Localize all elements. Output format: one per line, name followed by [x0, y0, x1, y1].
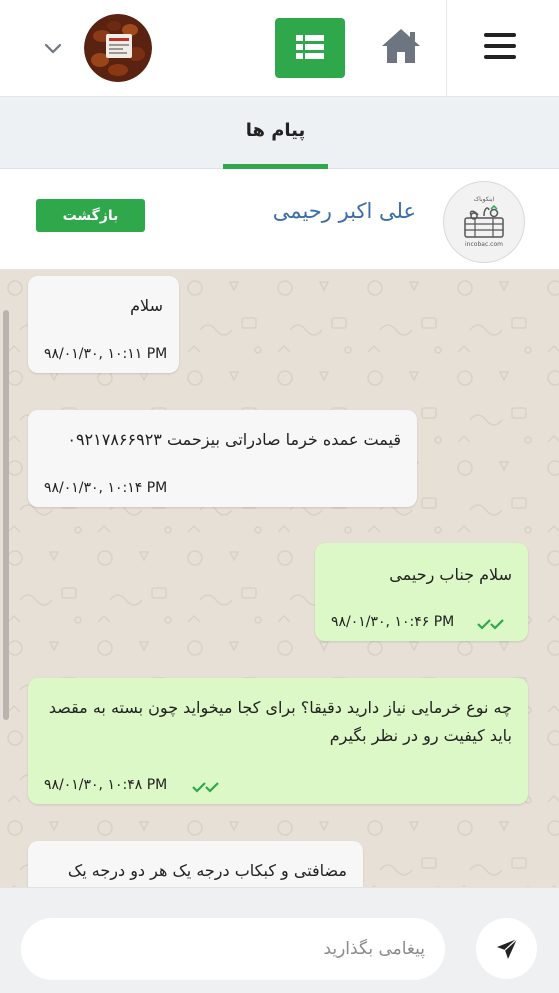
chat-scrollbar[interactable] — [3, 310, 9, 720]
tab-bar: پیام ها — [0, 97, 559, 169]
message-bubble-received: قیمت عمده خرما صادراتی بیزحمت ۰۹۲۱۷۸۶۶۹۲… — [28, 410, 417, 507]
message-timestamp: ۹۸/۰۱/۳۰, ۱۰:۱۴ PM — [44, 480, 168, 496]
message-timestamp: ۹۸/۰۱/۳۰, ۱۰:۱۱ PM — [44, 346, 168, 362]
contact-name: علی اکبر رحیمی — [272, 199, 416, 223]
contact-header: اینکوباک incobac.com علی اکبر رحیمی بازگ… — [0, 169, 559, 270]
message-bubble-received: مضافتی و کبکاب درجه یک هر دو درجه یک — [28, 841, 363, 887]
send-icon — [497, 938, 518, 959]
avatar-brand-fa: اینکوباک — [473, 196, 495, 203]
navbar-divider — [446, 0, 447, 97]
message-bubble-sent: سلام جناب رحیمی ۹۸/۰۱/۳۰, ۱۰:۴۶ PM — [315, 543, 528, 641]
contact-avatar[interactable]: اینکوباک incobac.com — [443, 181, 525, 263]
read-receipt-icon — [192, 782, 219, 793]
message-text: مضافتی و کبکاب درجه یک هر دو درجه یک — [67, 861, 347, 880]
composer-bar — [0, 887, 559, 993]
message-bubble-received: سلام ۹۸/۰۱/۳۰, ۱۰:۱۱ PM — [28, 276, 179, 373]
message-timestamp: ۹۸/۰۱/۳۰, ۱۰:۴۶ PM — [331, 614, 455, 630]
chevron-down-icon[interactable] — [44, 40, 62, 54]
list-view-button[interactable] — [275, 18, 345, 78]
message-timestamp: ۹۸/۰۱/۳۰, ۱۰:۴۸ PM — [44, 777, 168, 793]
tab-messages[interactable]: پیام ها — [223, 97, 328, 169]
message-text: چه نوع خرمایی نیاز دارید دقیقا؟ برای کجا… — [48, 698, 512, 745]
message-text: قیمت عمده خرما صادراتی بیزحمت ۰۹۲۱۷۸۶۶۹۲… — [67, 430, 401, 449]
read-receipt-icon — [477, 619, 504, 630]
chat-area[interactable]: سلام ۹۸/۰۱/۳۰, ۱۰:۱۱ PM قیمت عمده خرما ص… — [0, 270, 559, 887]
send-button[interactable] — [476, 918, 537, 979]
top-navbar — [0, 0, 559, 97]
list-icon — [296, 35, 324, 59]
avatar-brand-en: incobac.com — [465, 241, 503, 248]
back-button[interactable]: بازگشت — [36, 199, 145, 232]
product-avatar[interactable] — [84, 14, 152, 82]
message-input[interactable] — [21, 918, 445, 980]
store-logo-icon — [464, 205, 504, 238]
message-text: سلام — [130, 296, 163, 315]
message-text: سلام جناب رحیمی — [389, 565, 512, 584]
message-bubble-sent: چه نوع خرمایی نیاز دارید دقیقا؟ برای کجا… — [28, 678, 528, 804]
hamburger-icon[interactable] — [484, 33, 516, 63]
home-icon[interactable] — [379, 26, 423, 66]
